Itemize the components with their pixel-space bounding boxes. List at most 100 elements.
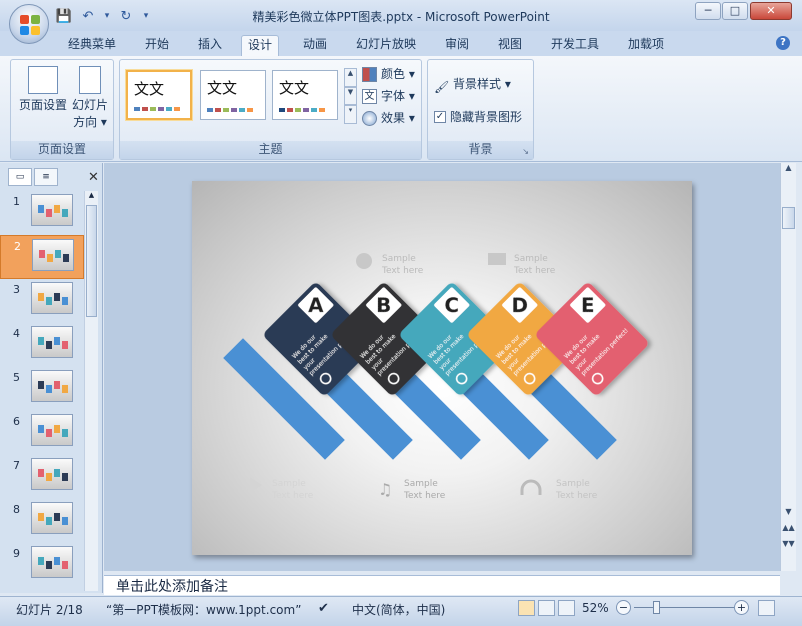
chat-icon <box>356 253 372 269</box>
tab-classic-menu[interactable]: 经典菜单 <box>62 35 122 56</box>
scroll-thumb[interactable] <box>782 207 795 229</box>
zoom-level[interactable]: 52% <box>582 601 609 615</box>
fit-to-window-icon[interactable] <box>758 600 775 616</box>
slide-counter: 幻灯片 2/18 <box>16 603 83 617</box>
slide-number: 6 <box>13 415 20 428</box>
theme-thumb-2[interactable]: 文文 <box>200 70 266 120</box>
gallery-up-icon[interactable]: ▲ <box>344 68 357 87</box>
page-setup-button[interactable]: 页面设置 <box>17 66 69 114</box>
tab-animations[interactable]: 动画 <box>297 35 333 56</box>
slide-sorter-view-icon[interactable] <box>538 600 555 616</box>
theme-thumb-1[interactable]: 文文 <box>126 70 192 120</box>
minimize-button[interactable]: ─ <box>695 2 721 20</box>
slide-thumbnail[interactable]: 6 <box>0 411 84 455</box>
slide-graphic: AWe do ourbest to makeyourpresentation p… <box>223 253 648 501</box>
gallery-down-icon[interactable]: ▼ <box>344 86 357 106</box>
slide-preview-image <box>31 458 73 490</box>
title-bar: 💾 ↶ ▾ ↻ ▾ 精美彩色微立体PPT图表.pptx - Microsoft … <box>0 0 802 44</box>
close-pane-icon[interactable]: ✕ <box>88 170 99 185</box>
theme-thumb-3[interactable]: 文文 <box>272 70 338 120</box>
scroll-up-icon[interactable]: ▲ <box>782 163 795 177</box>
previous-slide-icon[interactable]: ▲▲ <box>782 523 795 537</box>
slide-preview-image <box>31 326 73 358</box>
group-background: 🖌 背景样式 ▾ ✓ 隐藏背景图形 背景 ↘ <box>427 59 534 160</box>
slideshow-view-icon[interactable] <box>558 600 575 616</box>
theme-fonts-button[interactable]: 文 字体 ▾ <box>362 86 415 106</box>
tab-review[interactable]: 审阅 <box>439 35 475 56</box>
slide-number: 8 <box>13 503 20 516</box>
scroll-thumb[interactable] <box>86 205 97 317</box>
slide-thumbnail[interactable]: 5 <box>0 367 84 411</box>
slide-number: 3 <box>13 283 20 296</box>
sample-label-headphones: Sample Text here <box>520 479 598 501</box>
tab-insert[interactable]: 插入 <box>192 35 228 56</box>
scroll-up-icon[interactable]: ▲ <box>85 191 98 203</box>
orientation-icon <box>79 66 101 94</box>
main-scrollbar[interactable]: ▲ ▼ ▲▲ ▼▼ <box>780 163 796 571</box>
zoom-slider-handle[interactable] <box>653 601 660 614</box>
office-logo-icon <box>20 15 40 35</box>
notes-pane[interactable]: 单击此处添加备注 <box>104 575 780 595</box>
sample-subtitle: Text here <box>403 491 446 501</box>
gallery-more-icon[interactable]: ▾ <box>344 105 357 125</box>
language-indicator[interactable]: 中文(简体，中国) <box>352 601 445 618</box>
slide-thumbnail[interactable]: 3 <box>0 279 84 323</box>
scroll-down-icon[interactable]: ▼ <box>782 507 795 521</box>
zoom-slider-track[interactable] <box>634 607 734 608</box>
slide-canvas[interactable]: A We do ourbest to makeyourpresentation p… <box>192 181 692 555</box>
page-setup-icon <box>28 66 58 94</box>
next-slide-icon[interactable]: ▼▼ <box>782 539 795 553</box>
slide-preview-image <box>31 282 73 314</box>
fonts-label: 字体 ▾ <box>381 89 415 103</box>
theme-effects-button[interactable]: 效果 ▾ <box>362 108 415 128</box>
slide-number: 9 <box>13 547 20 560</box>
tab-developer[interactable]: 开发工具 <box>545 35 605 56</box>
slide-preview-image <box>31 414 73 446</box>
slide-thumbnail[interactable]: 7 <box>0 455 84 499</box>
zoom-in-button[interactable]: + <box>734 600 749 615</box>
normal-view-icon[interactable] <box>518 600 535 616</box>
sample-label-monitor: Sample Text here <box>488 253 556 276</box>
theme-colors-button[interactable]: 颜色 ▾ <box>362 64 415 84</box>
tab-addins[interactable]: 加载项 <box>622 35 670 56</box>
close-button[interactable]: ✕ <box>750 2 792 20</box>
window-title: 精美彩色微立体PPT图表.pptx - Microsoft PowerPoint <box>252 10 550 24</box>
slide-thumbnail[interactable]: 2 <box>0 235 84 279</box>
outline-tab-icon[interactable]: ≡ <box>34 168 58 186</box>
theme-name: “第一PPT模板网：www.1ppt.com” <box>106 603 302 617</box>
card-letter: A <box>308 293 324 317</box>
dialog-launcher-icon[interactable]: ↘ <box>522 147 529 156</box>
sample-label-music: Sample Text here ♫ <box>378 479 446 501</box>
slide-thumbnail[interactable]: 9 <box>0 543 84 587</box>
card-letter: B <box>376 293 391 317</box>
tab-design[interactable]: 设计 <box>241 35 280 56</box>
spellcheck-icon[interactable]: ✔ <box>318 601 329 616</box>
tab-home[interactable]: 开始 <box>139 35 175 56</box>
tab-slideshow[interactable]: 幻灯片放映 <box>350 35 422 56</box>
slide-thumbnail[interactable]: 1 <box>0 191 84 235</box>
office-button[interactable] <box>9 4 49 44</box>
sample-title: Sample <box>382 254 416 264</box>
group-page-setup: 页面设置 幻灯片 方向 ▾ 页面设置 <box>10 59 114 160</box>
help-icon[interactable]: ? <box>776 36 790 50</box>
slide-thumbnail[interactable]: 4 <box>0 323 84 367</box>
maximize-button[interactable]: □ <box>722 2 748 20</box>
slide-preview-image <box>31 546 73 578</box>
slides-tab-icon[interactable]: ▭ <box>8 168 32 186</box>
theme-gallery-scroll[interactable]: ▲ ▼ ▾ <box>344 68 357 125</box>
ribbon-tabs: 经典菜单 开始 插入 设计 动画 幻灯片放映 审阅 视图 开发工具 加载项 ? <box>0 31 802 56</box>
effects-icon <box>362 110 377 126</box>
slide-number: 7 <box>13 459 20 472</box>
checkbox-checked-icon[interactable]: ✓ <box>434 111 446 123</box>
slide-thumbnail[interactable]: 8 <box>0 499 84 543</box>
sample-title: Sample <box>514 254 548 264</box>
slides-pane-scrollbar[interactable]: ▲ <box>84 191 98 591</box>
colors-label: 颜色 ▾ <box>381 67 415 81</box>
tab-view[interactable]: 视图 <box>492 35 528 56</box>
hide-background-graphics-checkbox[interactable]: ✓ 隐藏背景图形 <box>434 107 522 127</box>
background-styles-button[interactable]: 🖌 背景样式 ▾ <box>434 74 511 94</box>
sample-subtitle: Text here <box>381 266 424 276</box>
slide-preview-image <box>31 502 73 534</box>
zoom-out-button[interactable]: − <box>616 600 631 615</box>
slide-orientation-button[interactable]: 幻灯片 方向 ▾ <box>69 66 111 131</box>
